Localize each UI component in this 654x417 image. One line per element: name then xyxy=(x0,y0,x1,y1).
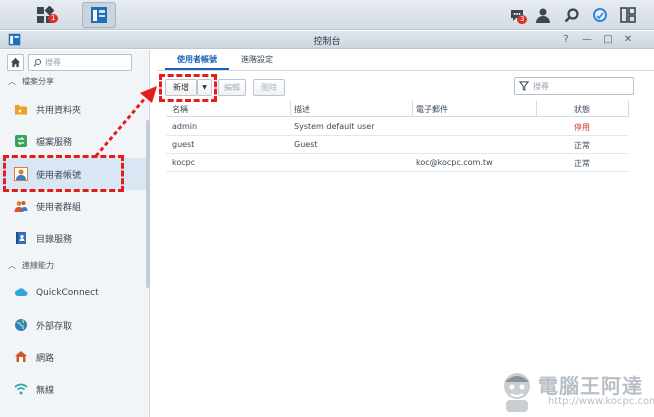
desktop: 1 3 控制台 ? — □ ✕ 搜尋 ︿ 檔案分享 共用資料夾 檔案服務 使用者… xyxy=(0,0,654,417)
watermark-url: http://www.kocpc.com.tw xyxy=(548,396,654,407)
mascot-logo-icon xyxy=(504,373,530,412)
watermark-title: 電腦王阿達 xyxy=(538,374,643,398)
watermark: 電腦王阿達 http://www.kocpc.com.tw xyxy=(498,368,654,414)
annotation-arrow xyxy=(94,86,157,157)
